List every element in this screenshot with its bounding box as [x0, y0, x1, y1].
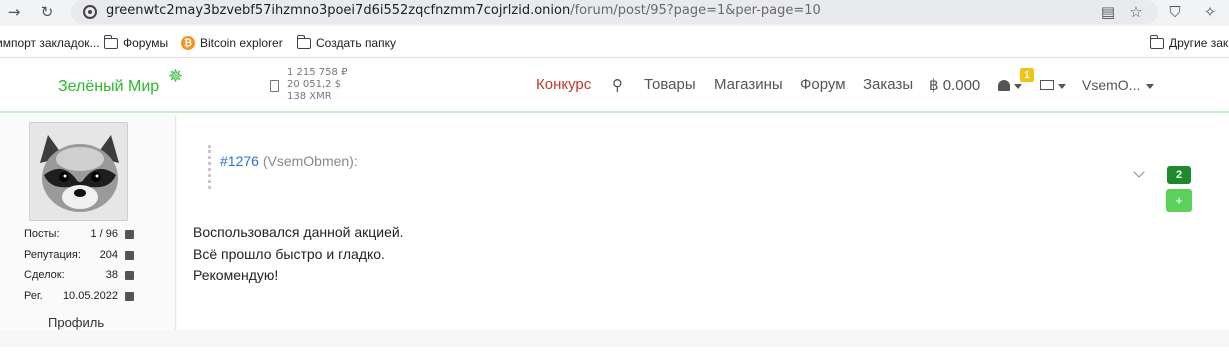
url-path: /forum/post/95?page=1&per-page=10	[570, 3, 821, 18]
comment-icon	[125, 230, 134, 239]
post-text-line: Воспользовался данной акцией.	[193, 224, 404, 240]
site-navbar: Зелёный Мир ✵ 1 215 758 ₽ 20 051,2 $ 138…	[0, 58, 1229, 113]
bookmark-label: Форумы	[123, 36, 169, 50]
bag-icon	[125, 271, 134, 280]
bookmark-forums[interactable]: Форумы	[103, 34, 169, 50]
bookmark-star-icon[interactable]: ☆	[1126, 2, 1146, 22]
folder-icon	[296, 34, 311, 49]
bookmark-label: Другие зак	[1169, 36, 1229, 50]
bookmark-other[interactable]: Другие зак	[1149, 34, 1229, 50]
extension-icon[interactable]: ✧	[1200, 2, 1220, 22]
quote-border	[208, 145, 211, 189]
stat-label: Сделок:	[24, 269, 65, 281]
chevron-down-icon[interactable]	[1058, 84, 1066, 89]
bookmark-bitcoin-explorer[interactable]: ₿ Bitcoin explorer	[181, 36, 283, 50]
upvote-button[interactable]: +	[1166, 189, 1192, 212]
reader-mode-icon[interactable]: ▤	[1098, 2, 1118, 22]
nav-forum[interactable]: Форум	[800, 76, 846, 93]
reload-icon[interactable]: ↻	[37, 2, 57, 22]
shield-icon[interactable]: ⛉	[1165, 2, 1185, 22]
stat-value: 1 / 96	[90, 228, 118, 240]
stat-deals: Сделок: 38	[24, 269, 134, 283]
exchange-rates: 1 215 758 ₽ 20 051,2 $ 138 XMR	[287, 67, 347, 103]
bookmark-import[interactable]: импорт закладок...	[0, 36, 100, 50]
chevron-down-icon[interactable]	[1146, 84, 1154, 89]
stat-label: Репутация:	[24, 249, 81, 261]
nav-goods[interactable]: Товары	[644, 76, 696, 93]
post-text-line: Рекомендую!	[193, 267, 279, 283]
bookmarks-bar: импорт закладок... Форумы ₿ Bitcoin expl…	[0, 30, 1229, 58]
avatar[interactable]	[29, 122, 128, 221]
vote-count-badge: 2	[1167, 166, 1191, 184]
quote-post-link[interactable]: #1276	[220, 153, 259, 169]
site-info-icon[interactable]	[83, 5, 97, 19]
bookmark-label: импорт закладок...	[0, 36, 100, 50]
envelope-icon[interactable]	[1040, 80, 1054, 90]
nav-shops[interactable]: Магазины	[714, 76, 783, 93]
rate-usd: 20 051,2 $	[287, 79, 342, 90]
post-body	[177, 115, 1229, 330]
stat-registration: Рег. 10.05.2022	[24, 290, 134, 304]
nav-contest[interactable]: Конкурс	[536, 76, 591, 93]
search-icon[interactable]: ⚲	[612, 76, 623, 94]
thumbs-up-icon	[125, 251, 134, 260]
profile-link[interactable]: Профиль	[48, 315, 104, 330]
calculator-icon	[270, 80, 279, 92]
folder-icon	[103, 34, 118, 49]
stat-reputation: Репутация: 204	[24, 249, 134, 263]
bookmark-label: Создать папку	[316, 36, 396, 50]
bookmark-create-folder[interactable]: Создать папку	[296, 34, 396, 50]
url-host: greenwtc2may3bzvebf57ihzmno3poei7d6i552z…	[106, 3, 571, 18]
stat-value: 10.05.2022	[62, 290, 118, 302]
notification-badge: 1	[1020, 68, 1034, 82]
rate-rub: 1 215 758 ₽	[287, 67, 348, 78]
quote-reference: #1276 (VsemObmen):	[220, 153, 358, 169]
stat-value: 204	[99, 249, 118, 261]
nav-orders[interactable]: Заказы	[863, 76, 913, 93]
stat-label: Рег.	[24, 290, 43, 302]
folder-icon	[1149, 34, 1164, 49]
stat-posts: Посты: 1 / 96	[24, 228, 134, 242]
balance[interactable]: ฿ 0.000	[929, 76, 980, 94]
user-menu[interactable]: VsemO...	[1082, 77, 1140, 93]
site-logo[interactable]: Зелёный Мир	[58, 78, 159, 96]
raccoon-avatar-image	[30, 123, 127, 220]
bell-icon[interactable]	[998, 80, 1010, 91]
stat-label: Посты:	[24, 228, 60, 240]
forward-icon[interactable]: →	[4, 2, 24, 22]
stat-value: 38	[105, 269, 118, 281]
bookmark-label: Bitcoin explorer	[200, 36, 283, 50]
bitcoin-icon: ₿	[181, 36, 195, 50]
url-text[interactable]: greenwtc2may3bzvebf57ihzmno3poei7d6i552z…	[106, 3, 821, 18]
chevron-down-icon[interactable]	[1014, 84, 1022, 89]
calendar-icon	[125, 292, 134, 301]
post-text-line: Всё прошло быстро и гладко.	[193, 246, 385, 262]
browser-toolbar: → ↻ greenwtc2may3bzvebf57ihzmno3poei7d6i…	[0, 0, 1229, 26]
quote-author: (VsemObmen):	[262, 153, 358, 169]
rate-xmr: 138 XMR	[287, 91, 332, 102]
leaf-icon: ✵	[168, 66, 184, 87]
